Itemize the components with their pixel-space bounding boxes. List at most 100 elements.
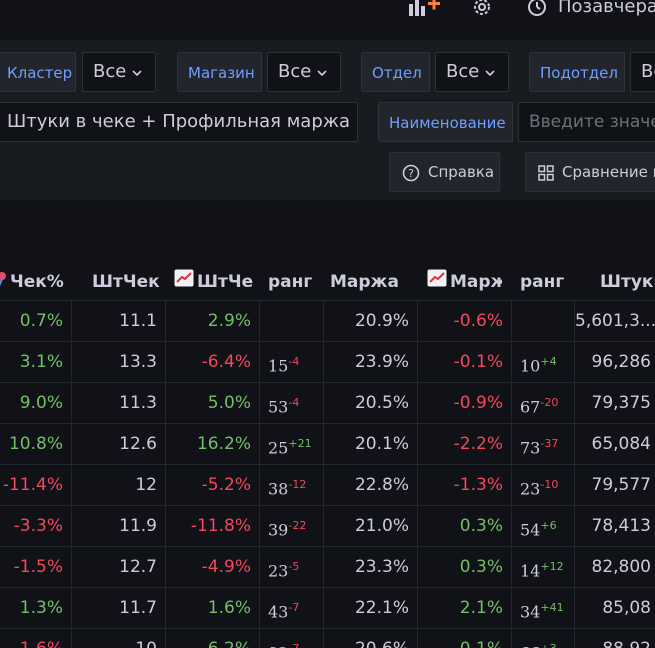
department-label: Отдел bbox=[361, 52, 430, 92]
cluster-select[interactable]: Все bbox=[82, 52, 156, 92]
rank-cell: 43-7 bbox=[260, 588, 324, 629]
subdepartment-select[interactable]: Вс bbox=[630, 52, 655, 92]
rank-value: 23 bbox=[268, 561, 289, 581]
rank-cell: 73-37 bbox=[512, 424, 575, 465]
col-header-chek[interactable]: Чек% bbox=[10, 272, 70, 292]
rank-value: 15 bbox=[268, 356, 289, 376]
cell-shtchek: 12.6 bbox=[72, 424, 166, 465]
rank-cell: 66+3 bbox=[512, 629, 575, 648]
store-select-value: Все bbox=[278, 61, 312, 82]
bar-chart-plus-icon[interactable] bbox=[409, 0, 441, 20]
rank-cell: 54+6 bbox=[512, 506, 575, 547]
cell-shtche: -11.8% bbox=[166, 506, 260, 547]
subdepartment-label: Подотдел bbox=[529, 52, 625, 92]
clock-icon[interactable] bbox=[527, 0, 547, 21]
cell-shtche: 1.6% bbox=[166, 588, 260, 629]
cell-shtche: 5.0% bbox=[166, 383, 260, 424]
col-header-rank2[interactable]: ранг bbox=[520, 272, 564, 292]
cell-chek: -1.6% bbox=[0, 629, 72, 648]
rank-delta: +3 bbox=[540, 642, 556, 648]
cell-shtchek: 11.1 bbox=[72, 301, 166, 342]
col-header-marzha[interactable]: Маржа п bbox=[330, 272, 406, 292]
cell-shtuki: 5,601,3... bbox=[575, 301, 655, 342]
variables-panel: Кластер Все Магазин Все Отдел Все Подотд… bbox=[0, 40, 655, 200]
store-select[interactable]: Все bbox=[267, 52, 341, 92]
rank-cell: 10+4 bbox=[512, 342, 575, 383]
rank-value: 10 bbox=[520, 356, 541, 376]
rank-delta: +6 bbox=[540, 519, 557, 532]
rank-cell: 23-10 bbox=[512, 465, 575, 506]
cell-marzha: 20.1% bbox=[324, 424, 418, 465]
col-header-shtche[interactable]: ШтЧе bbox=[197, 272, 257, 292]
cell-marzha: 21.0% bbox=[324, 506, 418, 547]
cell-marzh: -0.1% bbox=[418, 342, 512, 383]
cell-marzha: 23.3% bbox=[324, 547, 418, 588]
cell-shtche: -4.9% bbox=[166, 547, 260, 588]
cell-marzh: -0.9% bbox=[418, 383, 512, 424]
cell-marzha: 20.9% bbox=[324, 301, 418, 342]
help-button[interactable]: ? Справка bbox=[389, 152, 500, 192]
rank-delta: -7 bbox=[288, 642, 299, 648]
cell-shtuki: 82,800 bbox=[575, 547, 655, 588]
cell-chek: 3.1% bbox=[0, 342, 72, 383]
cell-chek: 9.0% bbox=[0, 383, 72, 424]
cell-chek: -3.3% bbox=[0, 506, 72, 547]
cell-shtche: 6.2% bbox=[166, 629, 260, 648]
rank-delta: -7 bbox=[288, 601, 300, 614]
metric-select[interactable]: Штуки в чеке + Профильная маржа ... bbox=[0, 102, 358, 142]
table-row: -1.5% 12.7 -4.9% 23-5 23.3% 0.3% 14+12 82,800 bbox=[0, 546, 655, 588]
cell-shtuki: 65,084 bbox=[575, 424, 655, 465]
rank-delta: -4 bbox=[288, 396, 300, 409]
question-circle-icon: ? bbox=[402, 164, 420, 181]
col-header-shtuki[interactable]: Штуки bbox=[600, 272, 655, 292]
department-select[interactable]: Все bbox=[435, 52, 509, 92]
cell-marzh: -2.2% bbox=[418, 424, 512, 465]
data-table: Чек% ШтЧек ШтЧе ранг Маржа п Марж ранг Ш… bbox=[0, 208, 655, 648]
cell-chek: 0.7% bbox=[0, 301, 72, 342]
cell-shtchek: 12 bbox=[72, 465, 166, 506]
compare-button-label: Сравнение н bbox=[562, 163, 655, 181]
col-header-rank1[interactable]: ранг bbox=[268, 272, 312, 292]
gear-icon[interactable] bbox=[472, 0, 492, 21]
rank-cell: 15-4 bbox=[260, 342, 324, 383]
cell-marzha: 22.1% bbox=[324, 588, 418, 629]
department-select-value: Все bbox=[446, 61, 480, 82]
rank-delta: -22 bbox=[288, 519, 307, 532]
rank-delta: +4 bbox=[540, 355, 557, 368]
rank-value: 25 bbox=[268, 438, 289, 458]
cell-shtuki: 88,92 bbox=[575, 629, 655, 648]
rank-cell: 34+41 bbox=[512, 588, 575, 629]
subdepartment-select-value: Вс bbox=[641, 61, 655, 82]
table-row: -3.3% 11.9 -11.8% 39-22 21.0% 0.3% 54+6 78,413 bbox=[0, 505, 655, 547]
compare-button[interactable]: Сравнение н bbox=[525, 152, 655, 192]
rank-value: 23 bbox=[520, 479, 541, 499]
table-row: -1.6%106.2%82-720.6%0.1%66+388,92 bbox=[0, 628, 655, 648]
table-row: -11.4% 12 -5.2% 38-12 22.8% -1.3% 23-10 79,577 bbox=[0, 464, 655, 506]
store-label: Магазин bbox=[177, 52, 262, 92]
name-input[interactable]: Введите значе bbox=[518, 102, 655, 142]
rank-value: 82 bbox=[268, 643, 288, 648]
col-header-shtchek[interactable]: ШтЧек bbox=[92, 272, 162, 292]
cell-shtchek: 11.9 bbox=[72, 506, 166, 547]
cell-shtchek: 12.7 bbox=[72, 547, 166, 588]
rank-value: 34 bbox=[520, 602, 541, 622]
rank-value: 39 bbox=[268, 520, 289, 540]
rank-value: 38 bbox=[268, 479, 289, 499]
cell-shtuki: 78,413 bbox=[575, 506, 655, 547]
time-range-picker[interactable]: Позавчера bbox=[558, 0, 655, 17]
cell-shtchek: 11.7 bbox=[72, 588, 166, 629]
rank-delta: -10 bbox=[540, 478, 559, 491]
rank-delta: -12 bbox=[288, 478, 307, 491]
cell-shtuki: 79,375 bbox=[575, 383, 655, 424]
rank-cell bbox=[260, 301, 324, 342]
rank-cell: 82-7 bbox=[260, 629, 324, 648]
cell-marzh: 2.1% bbox=[418, 588, 512, 629]
cell-shtuki: 96,286 bbox=[575, 342, 655, 383]
rank-cell: 53-4 bbox=[260, 383, 324, 424]
rank-delta: +41 bbox=[540, 601, 564, 614]
help-button-label: Справка bbox=[428, 163, 495, 181]
col-header-marzh[interactable]: Марж bbox=[450, 272, 502, 292]
rank-delta: -4 bbox=[288, 355, 300, 368]
rank-value: 66 bbox=[520, 643, 540, 648]
cell-marzha: 23.9% bbox=[324, 342, 418, 383]
